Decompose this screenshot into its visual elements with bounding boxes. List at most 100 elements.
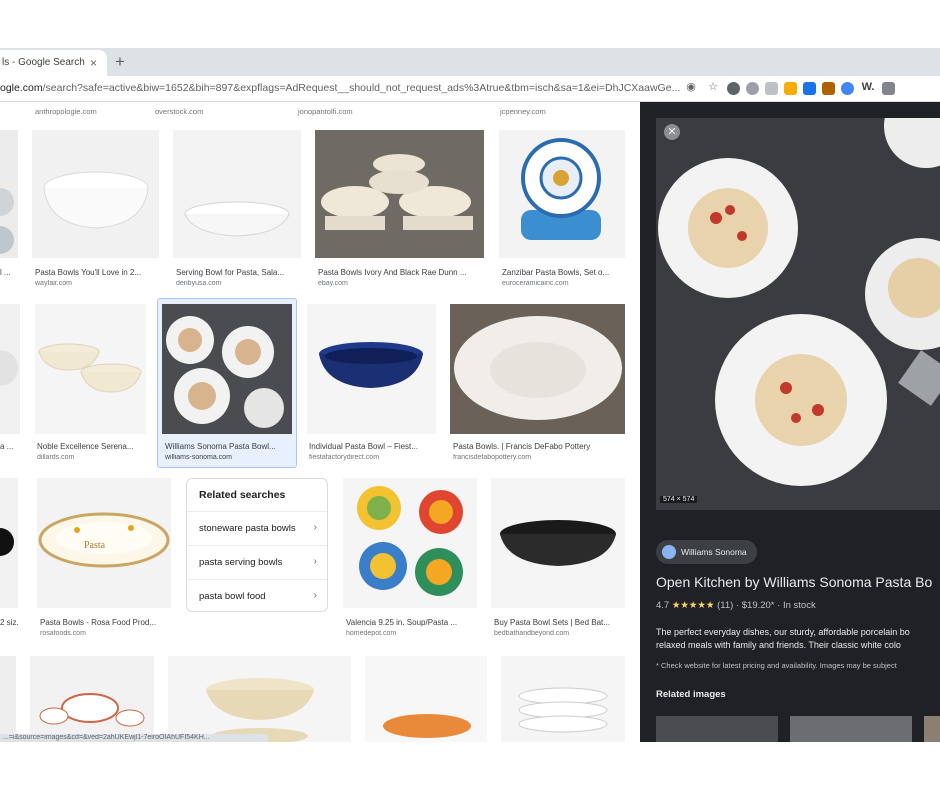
- result-thumbnail[interactable]: [450, 304, 625, 434]
- close-icon[interactable]: ✕: [664, 124, 680, 140]
- result-thumbnail[interactable]: [173, 130, 301, 258]
- result-thumbnail[interactable]: [491, 478, 625, 608]
- result-caption: Williams Sonoma Pasta Bowl...: [165, 442, 276, 451]
- related-search-item[interactable]: pasta serving bowls ›: [187, 545, 327, 579]
- image-dimensions: 574 × 574: [660, 496, 698, 503]
- extension-icon[interactable]: [746, 81, 759, 95]
- result-caption: l ...: [0, 268, 11, 277]
- location-icon[interactable]: ◉: [683, 79, 699, 95]
- result-thumbnail[interactable]: [0, 656, 16, 742]
- separator: ·: [777, 600, 781, 611]
- extension-icon[interactable]: [882, 81, 895, 95]
- related-image-thumb[interactable]: [790, 716, 912, 742]
- extension-icon[interactable]: [727, 81, 740, 95]
- rating-value: 4.7: [656, 600, 670, 611]
- related-search-item[interactable]: stoneware pasta bowls ›: [187, 511, 327, 545]
- address-bar[interactable]: ogle.com/search?safe=active&biw=1652&bih…: [0, 82, 680, 94]
- result-site: fiestafactorydirect.com: [309, 454, 380, 461]
- result-thumbnail[interactable]: [30, 656, 154, 742]
- result-thumbnail[interactable]: [315, 130, 484, 258]
- result-thumbnail[interactable]: [0, 304, 20, 434]
- result-thumbnail[interactable]: [499, 130, 625, 258]
- extension-icon[interactable]: [784, 81, 797, 95]
- related-searches-card: Related searches stoneware pasta bowls ›…: [186, 478, 328, 612]
- image-results: anthropologie.com overstock.com jonopant…: [0, 102, 640, 742]
- rating-stars: ★★★★★: [671, 600, 715, 611]
- result-caption: Serving Bowl for Pasta, Sala...: [176, 268, 285, 277]
- source-chip[interactable]: Williams Sonoma: [656, 540, 757, 564]
- rating-row: 4.7 ★★★★★ (11) · $19.20* · In stock: [656, 600, 816, 611]
- result-site: anthropologie.com: [35, 107, 97, 116]
- tab-strip: ls - Google Search × +: [0, 48, 940, 76]
- result-thumbnail[interactable]: [501, 656, 625, 742]
- result-thumbnail[interactable]: [162, 304, 292, 434]
- related-search-label: stoneware pasta bowls: [199, 523, 296, 534]
- result-site: ebay.com: [318, 280, 348, 287]
- extension-icon[interactable]: [841, 81, 854, 95]
- tab-close-icon[interactable]: ×: [90, 56, 97, 70]
- tab-title: ls - Google Search: [2, 57, 85, 68]
- star-icon[interactable]: ☆: [705, 79, 721, 95]
- result-thumbnail[interactable]: [307, 304, 436, 434]
- description-line: The perfect everyday dishes, our sturdy,…: [656, 627, 910, 637]
- result-thumbnail[interactable]: [343, 478, 477, 608]
- related-image-thumb[interactable]: [924, 716, 940, 742]
- shield-icon[interactable]: [803, 81, 816, 95]
- result-site: homedepot.com: [346, 630, 397, 637]
- result-thumbnail[interactable]: [35, 304, 146, 434]
- related-search-label: pasta bowl food: [199, 591, 266, 602]
- page-bottom-margin: [0, 742, 940, 788]
- result-caption: Pasta Bowls Ivory And Black Rae Dunn ...: [318, 268, 467, 277]
- related-search-item[interactable]: pasta bowl food ›: [187, 579, 327, 613]
- result-thumbnail[interactable]: [32, 130, 159, 258]
- result-caption: Valencia 9.25 in. Soup/Pasta ...: [346, 618, 458, 627]
- result-caption: Noble Excellence Serena...: [37, 442, 134, 451]
- url-path: /search?safe=active&biw=1652&bih=897&exp…: [42, 82, 681, 94]
- stock-status: In stock: [782, 600, 816, 611]
- result-caption: Buy Pasta Bowl Sets | Bed Bat...: [494, 618, 610, 627]
- chevron-right-icon: ›: [313, 556, 317, 567]
- site-logo-icon: [662, 545, 676, 559]
- extension-w-icon[interactable]: W.: [860, 79, 876, 95]
- chevron-right-icon: ›: [313, 522, 317, 533]
- review-count: (11): [717, 600, 734, 611]
- extension-icon[interactable]: [822, 81, 835, 95]
- result-thumbnail[interactable]: [0, 130, 18, 258]
- related-image-thumb[interactable]: [656, 716, 778, 742]
- related-images-title: Related images: [656, 689, 726, 700]
- related-searches-title: Related searches: [199, 489, 286, 501]
- separator: ·: [735, 600, 740, 611]
- description-line: relaxed meals with family and friends. T…: [656, 640, 901, 650]
- toolbar-icons: ◉ ☆ W.: [683, 79, 895, 95]
- svg-text:Pasta: Pasta: [84, 540, 106, 551]
- result-site: overstock.com: [155, 107, 204, 116]
- preview-image[interactable]: ✕ 574 × 574: [656, 118, 940, 510]
- result-site: williams-sonoma.com: [165, 454, 232, 461]
- result-site: jonopantolfi.com: [298, 107, 353, 116]
- url-domain: ogle.com: [0, 82, 43, 94]
- result-thumbnail[interactable]: Pasta: [37, 478, 171, 608]
- result-caption: Individual Pasta Bowl – Fiest...: [309, 442, 418, 451]
- new-tab-button[interactable]: +: [115, 52, 125, 72]
- pricing-disclaimer: * Check website for latest pricing and a…: [656, 661, 897, 670]
- product-title[interactable]: Open Kitchen by Williams Sonoma Pasta Bo: [656, 574, 932, 590]
- price: $19.20*: [741, 600, 775, 611]
- chevron-right-icon: ›: [313, 590, 317, 601]
- result-site: bedbathandbeyond.com: [494, 630, 570, 637]
- result-site: rosafoods.com: [40, 630, 86, 637]
- result-thumbnail[interactable]: [365, 656, 487, 742]
- result-caption: a ...: [0, 442, 14, 451]
- image-preview-panel: ✕ 574 × 574 Williams Sonoma Open Kitchen…: [640, 102, 940, 742]
- result-caption: Pasta Bowls. | Francis DeFabo Pottery: [453, 442, 591, 451]
- result-site: denbyusa.com: [176, 280, 222, 287]
- result-site: dillards.com: [37, 454, 75, 461]
- result-site: euroceramicainc.com: [502, 280, 569, 287]
- result-caption: Pasta Bowls You'll Love in 2...: [35, 268, 142, 277]
- result-thumbnail[interactable]: [168, 656, 351, 742]
- extension-icon[interactable]: [765, 81, 778, 95]
- result-site: jcpenney.com: [500, 107, 546, 116]
- browser-tab[interactable]: ls - Google Search ×: [0, 50, 107, 76]
- result-thumbnail[interactable]: [0, 478, 18, 608]
- result-caption: Zanzibar Pasta Bowls, Set o...: [502, 268, 610, 277]
- source-name: Williams Sonoma: [681, 547, 747, 557]
